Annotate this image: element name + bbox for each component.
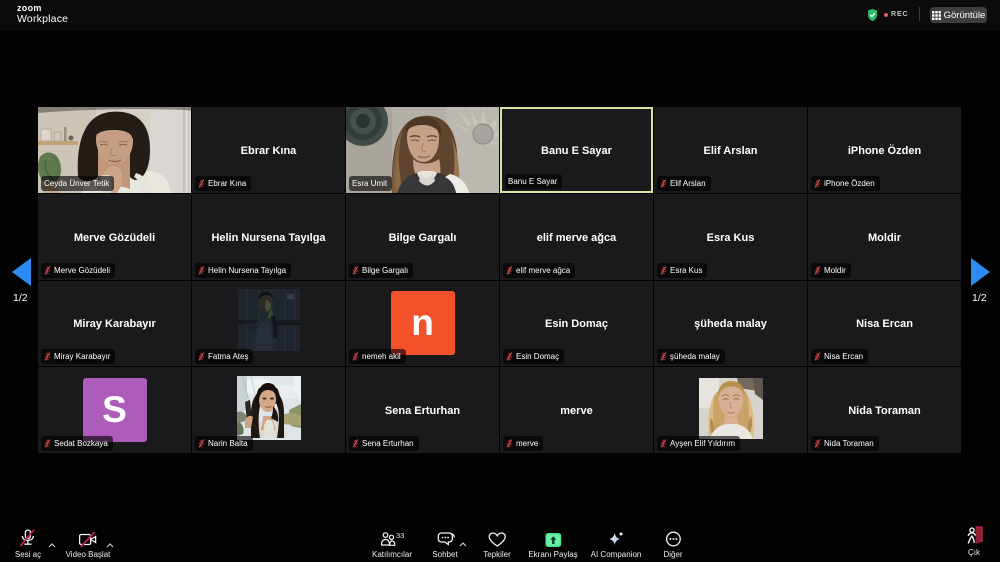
svg-text:33: 33 (396, 531, 404, 540)
